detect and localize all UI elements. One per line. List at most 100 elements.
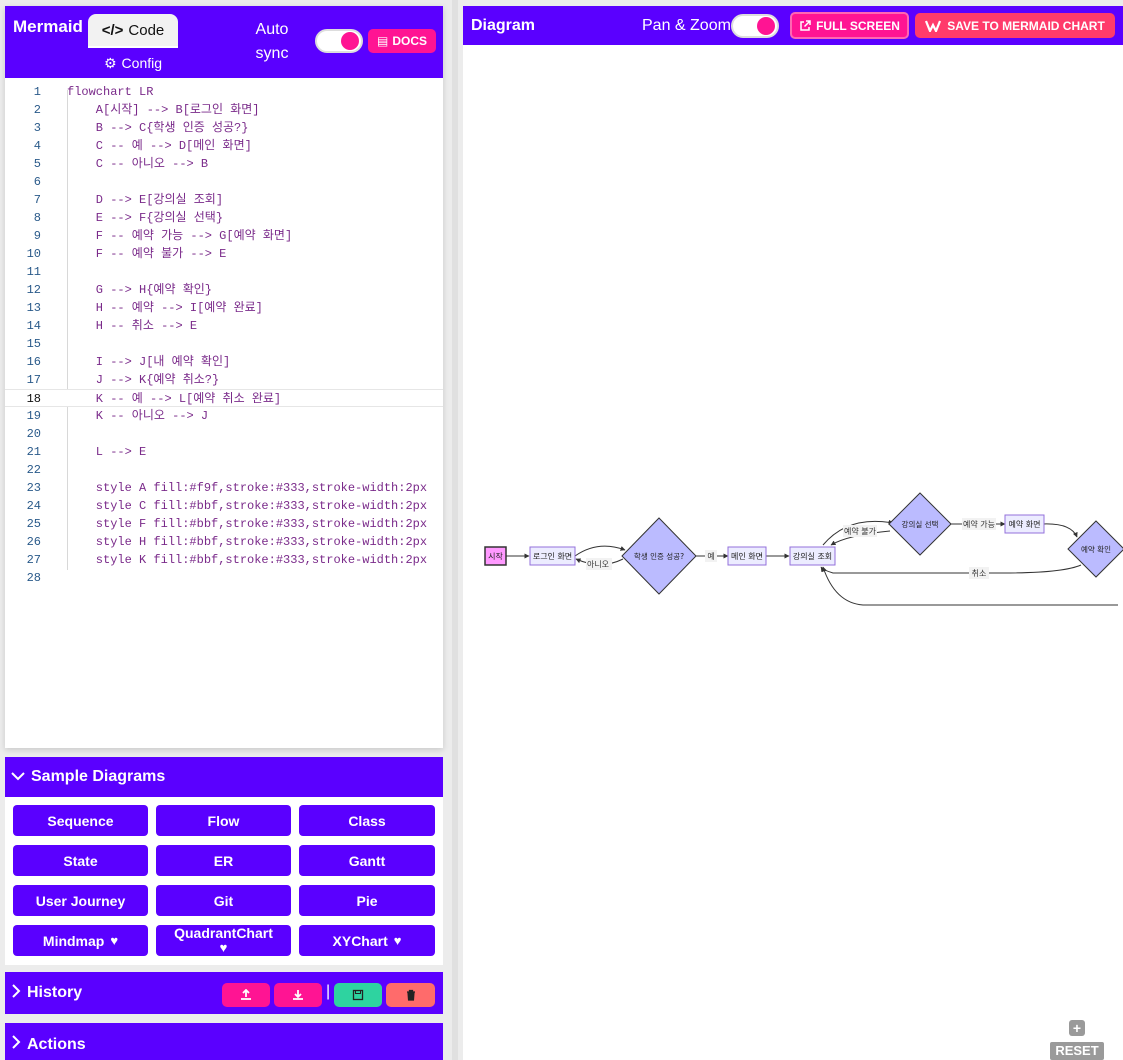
sample-button-xychart[interactable]: XYChart ♥: [299, 925, 435, 956]
node-auth[interactable]: 학생 인증 성공?: [621, 517, 697, 595]
code-line[interactable]: 2 A[시작] --> B[로그인 화면]: [5, 101, 443, 119]
code-line[interactable]: 25 style F fill:#bbf,stroke:#333,stroke-…: [5, 515, 443, 533]
code-line[interactable]: 24 style C fill:#bbf,stroke:#333,stroke-…: [5, 497, 443, 515]
diagram-canvas[interactable]: 아니오 예 예약 불가 예약 가능 취소 시작 로그인 화면 학생 인증 성공?…: [463, 45, 1123, 1060]
reset-zoom-button[interactable]: RESET: [1050, 1042, 1104, 1060]
line-number: 11: [26, 265, 41, 279]
code-line[interactable]: 23 style A fill:#f9f,stroke:#333,stroke-…: [5, 479, 443, 497]
tab-config[interactable]: ⚙ Config: [88, 46, 178, 78]
code-text: I --> J[내 예약 확인]: [67, 355, 231, 369]
panzoom-toggle[interactable]: [731, 14, 779, 38]
svg-text:메인 화면: 메인 화면: [731, 551, 763, 561]
code-line[interactable]: 21 L --> E: [5, 443, 443, 461]
line-number: 26: [26, 535, 41, 549]
code-text: B --> C{학생 인증 성공?}: [67, 121, 249, 135]
chevron-right-icon: [11, 983, 21, 1003]
actions-header[interactable]: Actions: [5, 1023, 443, 1060]
edge-label-no: 아니오: [587, 559, 609, 569]
sample-button-er[interactable]: ER: [156, 845, 291, 876]
line-number: 9: [33, 229, 41, 243]
line-number: 23: [26, 481, 41, 495]
line-number: 22: [26, 463, 41, 477]
node-confirm[interactable]: 예약 확인: [1067, 520, 1123, 578]
code-line[interactable]: 12 G --> H{예약 확인}: [5, 281, 443, 299]
code-line[interactable]: 1 flowchart LR: [5, 83, 443, 101]
delete-history-button[interactable]: [386, 983, 435, 1007]
line-number: 8: [33, 211, 41, 225]
code-text: E --> F{강의실 선택}: [67, 211, 224, 225]
code-line[interactable]: 20: [5, 425, 443, 443]
sample-button-pie[interactable]: Pie: [299, 885, 435, 916]
panel-resize-handle[interactable]: [452, 0, 458, 1060]
code-line[interactable]: 28: [5, 569, 443, 587]
edge-confirm-search: [820, 564, 1082, 574]
download-button[interactable]: [274, 983, 322, 1007]
code-line[interactable]: 18 K -- 예 --> L[예약 취소 완료]: [5, 389, 443, 407]
line-number: 24: [26, 499, 41, 513]
code-line[interactable]: 13 H -- 예약 --> I[예약 완료]: [5, 299, 443, 317]
history-separator: |: [326, 983, 331, 1000]
edge-label-yes: 예: [707, 551, 714, 561]
sample-button-label: Class: [348, 812, 386, 829]
history-title: History: [27, 984, 83, 1001]
full-screen-button[interactable]: FULL SCREEN: [790, 12, 909, 39]
autosync-toggle[interactable]: [315, 29, 363, 53]
sample-button-flow[interactable]: Flow: [156, 805, 291, 836]
tab-code[interactable]: </> Code: [88, 14, 178, 46]
node-booking[interactable]: 예약 화면: [1004, 514, 1045, 534]
code-line[interactable]: 16 I --> J[내 예약 확인]: [5, 353, 443, 371]
sample-button-class[interactable]: Class: [299, 805, 435, 836]
code-editor[interactable]: 1 flowchart LR 2 A[시작] --> B[로그인 화면] 3 B --…: [5, 78, 443, 585]
code-line[interactable]: 10 F -- 예약 불가 --> E: [5, 245, 443, 263]
upload-button[interactable]: [222, 983, 270, 1007]
code-line[interactable]: 5 C -- 아니오 --> B: [5, 155, 443, 173]
sample-button-user-journey[interactable]: User Journey: [13, 885, 148, 916]
save-history-button[interactable]: [334, 983, 382, 1007]
code-line[interactable]: 7 D --> E[강의실 조회]: [5, 191, 443, 209]
code-line[interactable]: 4 C -- 예 --> D[메인 화면]: [5, 137, 443, 155]
node-login[interactable]: 로그인 화면: [529, 546, 576, 566]
line-number: 4: [33, 139, 41, 153]
line-number: 10: [26, 247, 41, 261]
editor-card: Mermaid </> Code ⚙ Config Auto sync ▤ DO…: [5, 6, 443, 748]
code-line[interactable]: 8 E --> F{강의실 선택}: [5, 209, 443, 227]
line-number: 13: [26, 301, 41, 315]
sample-button-mindmap[interactable]: Mindmap ♥: [13, 925, 148, 956]
docs-button[interactable]: ▤ DOCS: [368, 29, 436, 53]
toggle-knob: [341, 32, 359, 50]
zoom-in-icon[interactable]: +: [1069, 1020, 1085, 1036]
code-line[interactable]: 22: [5, 461, 443, 479]
sample-button-sequence[interactable]: Sequence: [13, 805, 148, 836]
node-main[interactable]: 메인 화면: [727, 546, 767, 566]
code-line[interactable]: 9 F -- 예약 가능 --> G[예약 화면]: [5, 227, 443, 245]
sample-button-gantt[interactable]: Gantt: [299, 845, 435, 876]
code-text: D --> E[강의실 조회]: [67, 193, 224, 207]
sample-button-state[interactable]: State: [13, 845, 148, 876]
heart-icon: ♥: [219, 940, 228, 955]
code-text: style K fill:#bbf,stroke:#333,stroke-wid…: [67, 553, 428, 567]
code-line[interactable]: 3 B --> C{학생 인증 성공?}: [5, 119, 443, 137]
code-text: L --> E: [67, 445, 147, 459]
sample-button-quadrantchart[interactable]: QuadrantChart ♥: [156, 925, 291, 956]
code-line[interactable]: 14 H -- 취소 --> E: [5, 317, 443, 335]
save-to-mermaid-chart-button[interactable]: SAVE TO MERMAID CHART: [915, 13, 1115, 38]
code-line[interactable]: 11: [5, 263, 443, 281]
svg-text:예약 확인: 예약 확인: [1081, 544, 1111, 554]
code-line[interactable]: 15: [5, 335, 443, 353]
line-number: 20: [26, 427, 41, 441]
node-room-search[interactable]: 강의실 조회: [789, 546, 836, 566]
line-number: 6: [33, 175, 41, 189]
sample-diagrams-header[interactable]: Sample Diagrams: [5, 757, 443, 797]
sample-button-label: Git: [213, 892, 234, 909]
sample-button-git[interactable]: Git: [156, 885, 291, 916]
history-header[interactable]: History |: [5, 972, 443, 1014]
node-start[interactable]: 시작: [484, 546, 507, 566]
code-line[interactable]: 17 J --> K{예약 취소?}: [5, 371, 443, 389]
code-line[interactable]: 19 K -- 아니오 --> J: [5, 407, 443, 425]
code-line[interactable]: 26 style H fill:#bbf,stroke:#333,stroke-…: [5, 533, 443, 551]
diagram-panel: Diagram Pan & Zoom FULL SCREEN SAVE TO M…: [463, 6, 1123, 1060]
sample-button-label: XYChart: [332, 932, 388, 949]
code-line[interactable]: 6: [5, 173, 443, 191]
node-room-select[interactable]: 강의실 선택: [888, 492, 952, 556]
code-line[interactable]: 27 style K fill:#bbf,stroke:#333,stroke-…: [5, 551, 443, 569]
